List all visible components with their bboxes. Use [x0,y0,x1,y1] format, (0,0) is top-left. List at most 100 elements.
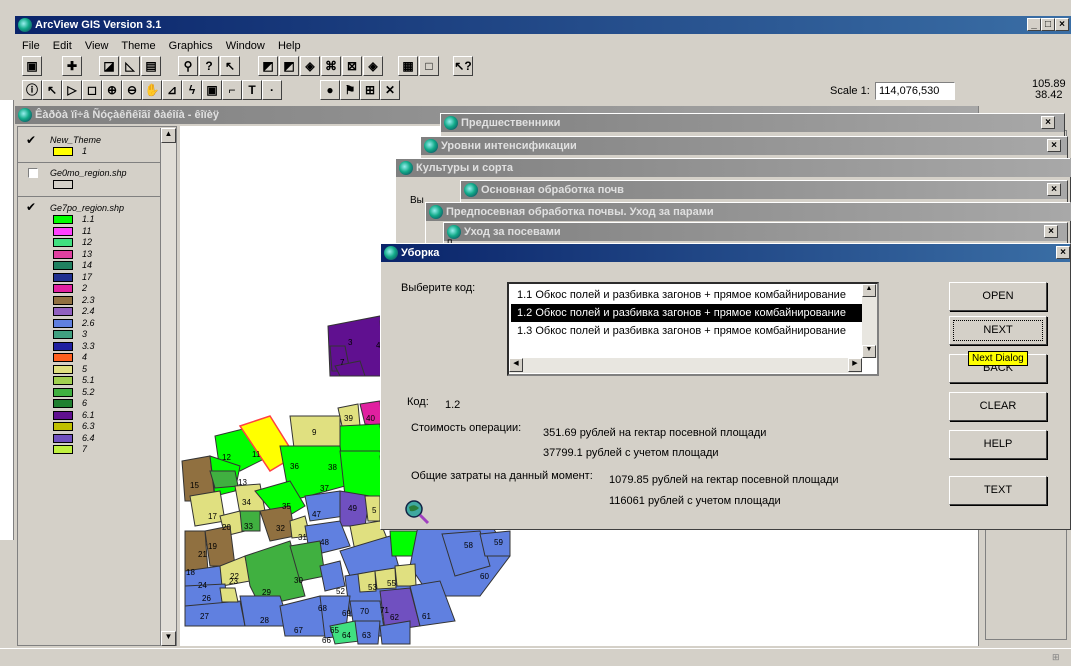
dialog-titlebar: Предшественники [441,114,1064,132]
legend-scrollbar[interactable]: ▲ ▼ [160,128,176,646]
zoom-in-icon[interactable]: ⊕ [102,80,122,100]
maximize-button[interactable]: □ [1041,18,1055,31]
close-icon[interactable]: × [1044,225,1058,238]
pan-icon[interactable]: ✋ [142,80,162,100]
list-item[interactable]: 1.3 Обкос полей и разбивка загонов + пря… [511,322,866,340]
menu-help[interactable]: Help [278,40,301,52]
select-feature-icon[interactable]: ◻ [82,80,102,100]
label-icon[interactable]: ▣ [202,80,222,100]
menu-edit[interactable]: Edit [53,40,72,52]
list-hscrollbar[interactable]: ◀ ▶ [509,358,862,373]
resize-grip-icon[interactable]: ⊞ [1052,652,1066,664]
map-label: 29 [262,588,271,597]
next-button[interactable]: NEXT [949,316,1047,345]
zoom-out-center-icon[interactable]: ⊠ [342,56,362,76]
open-button[interactable]: OPEN [949,282,1047,311]
theme-properties-icon[interactable]: ◪ [99,56,119,76]
close-icon[interactable]: × [1047,139,1061,152]
map-label: 31 [298,533,307,542]
callout-icon[interactable]: ⌐ [222,80,242,100]
map-label: 66 [322,636,331,645]
clear-button[interactable]: CLEAR [949,392,1047,421]
theme-checkbox[interactable]: ✔ [26,133,36,147]
save-icon[interactable]: ▣ [22,56,42,76]
edit-legend-icon[interactable]: ◺ [120,56,140,76]
legend-swatch [53,422,73,431]
zoom-active-icon[interactable]: ◩ [279,56,299,76]
legend-swatch [53,318,73,328]
text-button[interactable]: TEXT [949,476,1047,505]
dialog-icon [384,246,398,260]
dialog-title: Культуры и сорта [416,162,514,174]
theme-checkbox[interactable]: ✔ [26,200,36,214]
map-label: 23 [229,577,238,586]
list-vscrollbar[interactable]: ▲ ▼ [862,284,877,358]
scroll-up-icon[interactable]: ▲ [161,128,176,143]
scroll-down-icon[interactable]: ▼ [862,345,876,358]
close-icon[interactable]: × [1047,183,1061,196]
draw-point-icon[interactable]: · [262,80,282,100]
menu-theme[interactable]: Theme [121,40,155,52]
help-button[interactable]: HELP [949,430,1047,459]
custom-tool-3-icon[interactable]: ⊞ [360,80,380,100]
dialog-titlebar: Предпосевная обработка почвы. Уход за па… [426,203,1071,221]
vertex-edit-icon[interactable]: ▷ [62,80,82,100]
legend-item-label: 6 [82,398,88,408]
scale-input[interactable]: 114,076,530 [875,82,955,100]
open-table-icon[interactable]: ▤ [141,56,161,76]
map-label: 35 [282,502,291,511]
menu-view[interactable]: View [85,40,109,52]
help-pointer-icon[interactable]: ↖? [453,56,473,76]
text-tool-icon[interactable]: T [242,80,262,100]
hotlink-icon[interactable]: ϟ [182,80,202,100]
menu-window[interactable]: Window [226,40,265,52]
theme-checkbox-empty[interactable] [28,168,38,178]
clear-selection-icon[interactable]: □ [419,56,439,76]
legend-item-label: 5.1 [82,375,95,385]
minimize-button[interactable]: _ [1027,18,1041,31]
app-titlebar: ArcView GIS Version 3.1 [15,16,1071,34]
map-label: 17 [208,512,217,521]
close-button[interactable]: × [1055,18,1069,31]
select-graphics-icon[interactable]: ▦ [398,56,418,76]
zoom-in-center-icon[interactable]: ⌘ [321,56,341,76]
theme-name[interactable]: Ge7po_region.shp [50,203,124,213]
scroll-up-icon[interactable]: ▲ [862,284,876,297]
query-icon[interactable]: ? [199,56,219,76]
custom-tool-2-icon[interactable]: ⚑ [340,80,360,100]
legend-swatch [53,272,73,282]
map-label: 11 [252,450,261,459]
legend-swatch [53,238,73,247]
legend-swatch [53,353,73,362]
custom-tool-1-icon[interactable]: ● [320,80,340,100]
legend-swatch [53,307,73,316]
list-item-selected[interactable]: 1.2 Обкос полей и разбивка загонов + пря… [511,304,866,322]
zoom-out-icon[interactable]: ⊖ [122,80,142,100]
scroll-right-icon[interactable]: ▶ [848,358,862,372]
list-item[interactable]: 1.1 Обкос полей и разбивка загонов + пря… [511,286,866,304]
find-icon[interactable]: ⚲ [178,56,198,76]
legend-item-label: 5.2 [82,386,95,397]
menu-graphics[interactable]: Graphics [169,40,213,52]
measure-icon[interactable]: ⊿ [162,80,182,100]
theme-name[interactable]: New_Theme [50,135,101,145]
theme-name[interactable]: Ge0mo_region.shp [50,168,127,178]
zoom-previous-icon[interactable]: ◈ [363,56,383,76]
locate-icon[interactable]: ↖ [220,56,240,76]
add-theme-icon[interactable]: ✚ [62,56,82,76]
zoom-selected-icon[interactable]: ◈ [300,56,320,76]
legend-divider [18,162,160,163]
close-icon[interactable]: × [1056,246,1070,259]
legend-item-label: 6.1 [82,409,95,420]
custom-tool-4-icon[interactable]: ✕ [380,80,400,100]
scroll-left-icon[interactable]: ◀ [509,358,523,372]
scroll-down-icon[interactable]: ▼ [161,631,176,646]
identify-icon[interactable]: ⓘ [22,80,42,100]
legend-item-label: 11 [82,225,92,236]
code-listbox[interactable]: 1.1 Обкос полей и разбивка загонов + пря… [507,282,879,376]
menu-file[interactable]: File [22,40,40,52]
zoom-full-icon[interactable]: ◩ [258,56,278,76]
legend-swatch [53,410,73,420]
pointer-icon[interactable]: ↖ [42,80,62,100]
close-icon[interactable]: × [1041,116,1055,129]
